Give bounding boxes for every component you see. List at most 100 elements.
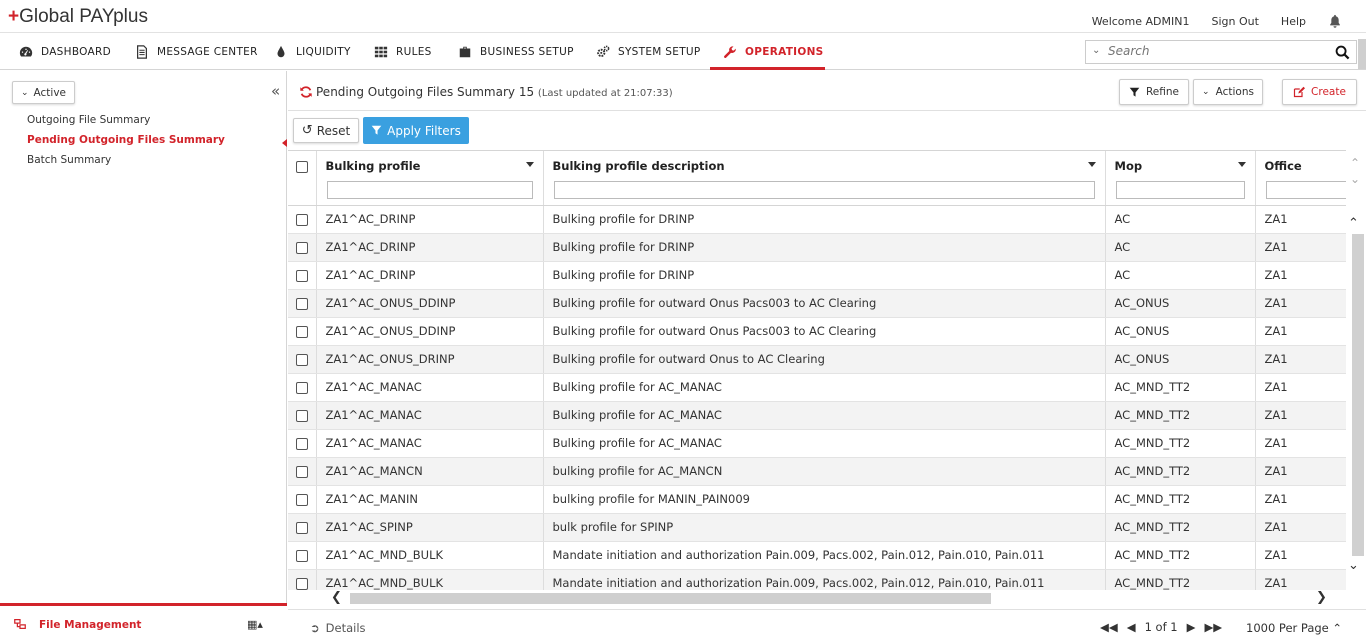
- row-checkbox[interactable]: [295, 437, 308, 450]
- nav-business-setup[interactable]: BUSINESS SETUP: [458, 33, 574, 70]
- nav-operations[interactable]: OPERATIONS: [723, 33, 824, 70]
- refine-button[interactable]: Refine: [1119, 79, 1189, 105]
- cell-description: bulking profile for AC_MANCN: [543, 457, 1106, 486]
- row-select-cell: [288, 401, 317, 430]
- table-row[interactable]: ZA1^AC_DRINP Bulking profile for DRINP AC Z…: [288, 261, 1346, 290]
- sidebar-item-outgoing-file-summary[interactable]: Outgoing File Summary: [27, 114, 150, 126]
- column-header-bulking-profile[interactable]: Bulking profile: [316, 151, 544, 206]
- nav-message-center[interactable]: MESSAGE CENTER: [135, 33, 258, 70]
- filter-input-bulking-profile[interactable]: [326, 181, 533, 199]
- row-select-cell: [288, 457, 317, 486]
- collapse-sidebar-icon[interactable]: «: [271, 82, 280, 100]
- chevron-down-icon[interactable]: ⌄: [1092, 45, 1100, 56]
- page-indicator: 1 of 1: [1144, 620, 1178, 634]
- table-row[interactable]: ZA1^AC_ONUS_DDINP Bulking profile for out…: [288, 317, 1346, 346]
- reset-button[interactable]: ↺ Reset: [293, 118, 359, 143]
- cell-office: ZA1: [1255, 233, 1346, 262]
- cell-bulking-profile: ZA1^AC_MANAC: [316, 401, 544, 430]
- chevron-right-icon[interactable]: ❯: [1316, 590, 1327, 605]
- select-all-checkbox[interactable]: [295, 160, 308, 173]
- column-header-office[interactable]: Office: [1255, 151, 1346, 206]
- row-select-cell: [288, 205, 317, 234]
- filter-input-office[interactable]: [1265, 181, 1346, 199]
- sort-caret-icon[interactable]: [1237, 162, 1246, 167]
- chevron-up-icon[interactable]: ⌃: [1348, 216, 1359, 231]
- cell-office: ZA1: [1255, 457, 1346, 486]
- column-header-mop[interactable]: Mop: [1105, 151, 1256, 206]
- file-management-footer[interactable]: File Management ▦▴: [0, 603, 287, 644]
- help-link[interactable]: Help: [1281, 15, 1306, 28]
- scrollbar-thumb[interactable]: [1352, 234, 1364, 556]
- sort-caret-icon[interactable]: [1087, 162, 1096, 167]
- apps-menu-icon[interactable]: ▦▴: [247, 618, 263, 631]
- details-toggle[interactable]: ➲ Details: [310, 621, 366, 635]
- refresh-icon[interactable]: [299, 85, 313, 99]
- active-filter-dropdown[interactable]: ⌄ Active: [12, 81, 75, 104]
- table-row[interactable]: ZA1^AC_MANAC Bulking profile for AC_MANAC…: [288, 373, 1346, 402]
- row-checkbox[interactable]: [295, 297, 308, 310]
- row-checkbox[interactable]: [295, 577, 308, 590]
- table-row[interactable]: ZA1^AC_MND_BULK Mandate initiation and au…: [288, 541, 1346, 570]
- search-icon[interactable]: [1335, 45, 1350, 60]
- per-page-select[interactable]: 1000 Per Page ⌃: [1246, 621, 1342, 635]
- apply-filters-button[interactable]: Apply Filters: [363, 117, 469, 144]
- cell-description: Bulking profile for DRINP: [543, 233, 1106, 262]
- chevron-left-icon[interactable]: ❮: [331, 590, 342, 605]
- cell-description: bulking profile for MANIN_PAIN009: [543, 485, 1106, 514]
- bell-icon[interactable]: [1328, 14, 1342, 28]
- table-horizontal-scrollbar[interactable]: ❮ ❯: [316, 590, 1356, 606]
- cell-description: Bulking profile for DRINP: [543, 205, 1106, 234]
- search-box[interactable]: ⌄: [1085, 40, 1357, 64]
- table-row[interactable]: ZA1^AC_DRINP Bulking profile for DRINP AC Z…: [288, 233, 1346, 262]
- panel-scroll-arrows[interactable]: ⌃ ⌄: [1350, 155, 1360, 187]
- filter-input-description[interactable]: [553, 181, 1095, 199]
- table-row[interactable]: ZA1^AC_MANCN bulking profile for AC_MANCN…: [288, 457, 1346, 486]
- row-checkbox[interactable]: [295, 381, 308, 394]
- table-row[interactable]: ZA1^AC_MANIN bulking profile for MANIN_PA…: [288, 485, 1346, 514]
- next-page-icon[interactable]: ▶: [1187, 620, 1196, 634]
- actions-button[interactable]: ⌄ Actions: [1193, 79, 1263, 105]
- table-row[interactable]: ZA1^AC_MND_BULK Mandate initiation and au…: [288, 569, 1346, 590]
- row-checkbox[interactable]: [295, 409, 308, 422]
- row-checkbox[interactable]: [295, 465, 308, 478]
- table-row[interactable]: ZA1^AC_MANAC Bulking profile for AC_MANAC…: [288, 401, 1346, 430]
- table-vertical-scrollbar[interactable]: ⌃ ⌄: [1346, 216, 1366, 590]
- table-row[interactable]: ZA1^AC_ONUS_DDINP Bulking profile for out…: [288, 289, 1346, 318]
- chevron-down-icon[interactable]: ⌄: [1348, 558, 1359, 573]
- window-scrollbar[interactable]: [1358, 39, 1366, 69]
- row-select-cell: [288, 261, 317, 290]
- row-checkbox[interactable]: [295, 213, 308, 226]
- cell-bulking-profile: ZA1^AC_DRINP: [316, 205, 544, 234]
- nav-liquidity[interactable]: LIQUIDITY: [274, 33, 351, 70]
- search-input[interactable]: [1108, 44, 1318, 58]
- create-button[interactable]: Create: [1282, 79, 1357, 105]
- cell-office: ZA1: [1255, 401, 1346, 430]
- sidebar-item-batch-summary[interactable]: Batch Summary: [27, 154, 111, 166]
- row-checkbox[interactable]: [295, 521, 308, 534]
- nav-dashboard[interactable]: DASHBOARD: [19, 33, 111, 70]
- row-checkbox[interactable]: [295, 325, 308, 338]
- row-checkbox[interactable]: [295, 269, 308, 282]
- scrollbar-thumb[interactable]: [350, 593, 991, 604]
- nav-rules[interactable]: RULES: [374, 33, 432, 70]
- row-checkbox[interactable]: [295, 493, 308, 506]
- table-row[interactable]: ZA1^AC_SPINP bulk profile for SPINP AC_MND…: [288, 513, 1346, 542]
- table-row[interactable]: ZA1^AC_MANAC Bulking profile for AC_MANAC…: [288, 429, 1346, 458]
- filter-input-mop[interactable]: [1115, 181, 1245, 199]
- cell-description: Mandate initiation and authorization Pai…: [543, 541, 1106, 570]
- column-header-bulking-profile-description[interactable]: Bulking profile description: [543, 151, 1106, 206]
- table-row[interactable]: ZA1^AC_ONUS_DRINP Bulking profile for out…: [288, 345, 1346, 374]
- first-page-icon[interactable]: ◀◀: [1100, 620, 1118, 634]
- nav-system-setup[interactable]: SYSTEM SETUP: [596, 33, 701, 70]
- prev-page-icon[interactable]: ◀: [1127, 620, 1136, 634]
- table-row[interactable]: ZA1^AC_DRINP Bulking profile for DRINP AC Z…: [288, 205, 1346, 234]
- sidebar-item-pending-outgoing-files-summary[interactable]: Pending Outgoing Files Summary: [27, 134, 225, 146]
- file-management-icon: [14, 619, 26, 629]
- sort-caret-icon[interactable]: [525, 162, 534, 167]
- row-select-cell: [288, 485, 317, 514]
- row-checkbox[interactable]: [295, 549, 308, 562]
- row-checkbox[interactable]: [295, 241, 308, 254]
- sign-out-link[interactable]: Sign Out: [1211, 15, 1258, 28]
- row-checkbox[interactable]: [295, 353, 308, 366]
- last-page-icon[interactable]: ▶▶: [1204, 620, 1222, 634]
